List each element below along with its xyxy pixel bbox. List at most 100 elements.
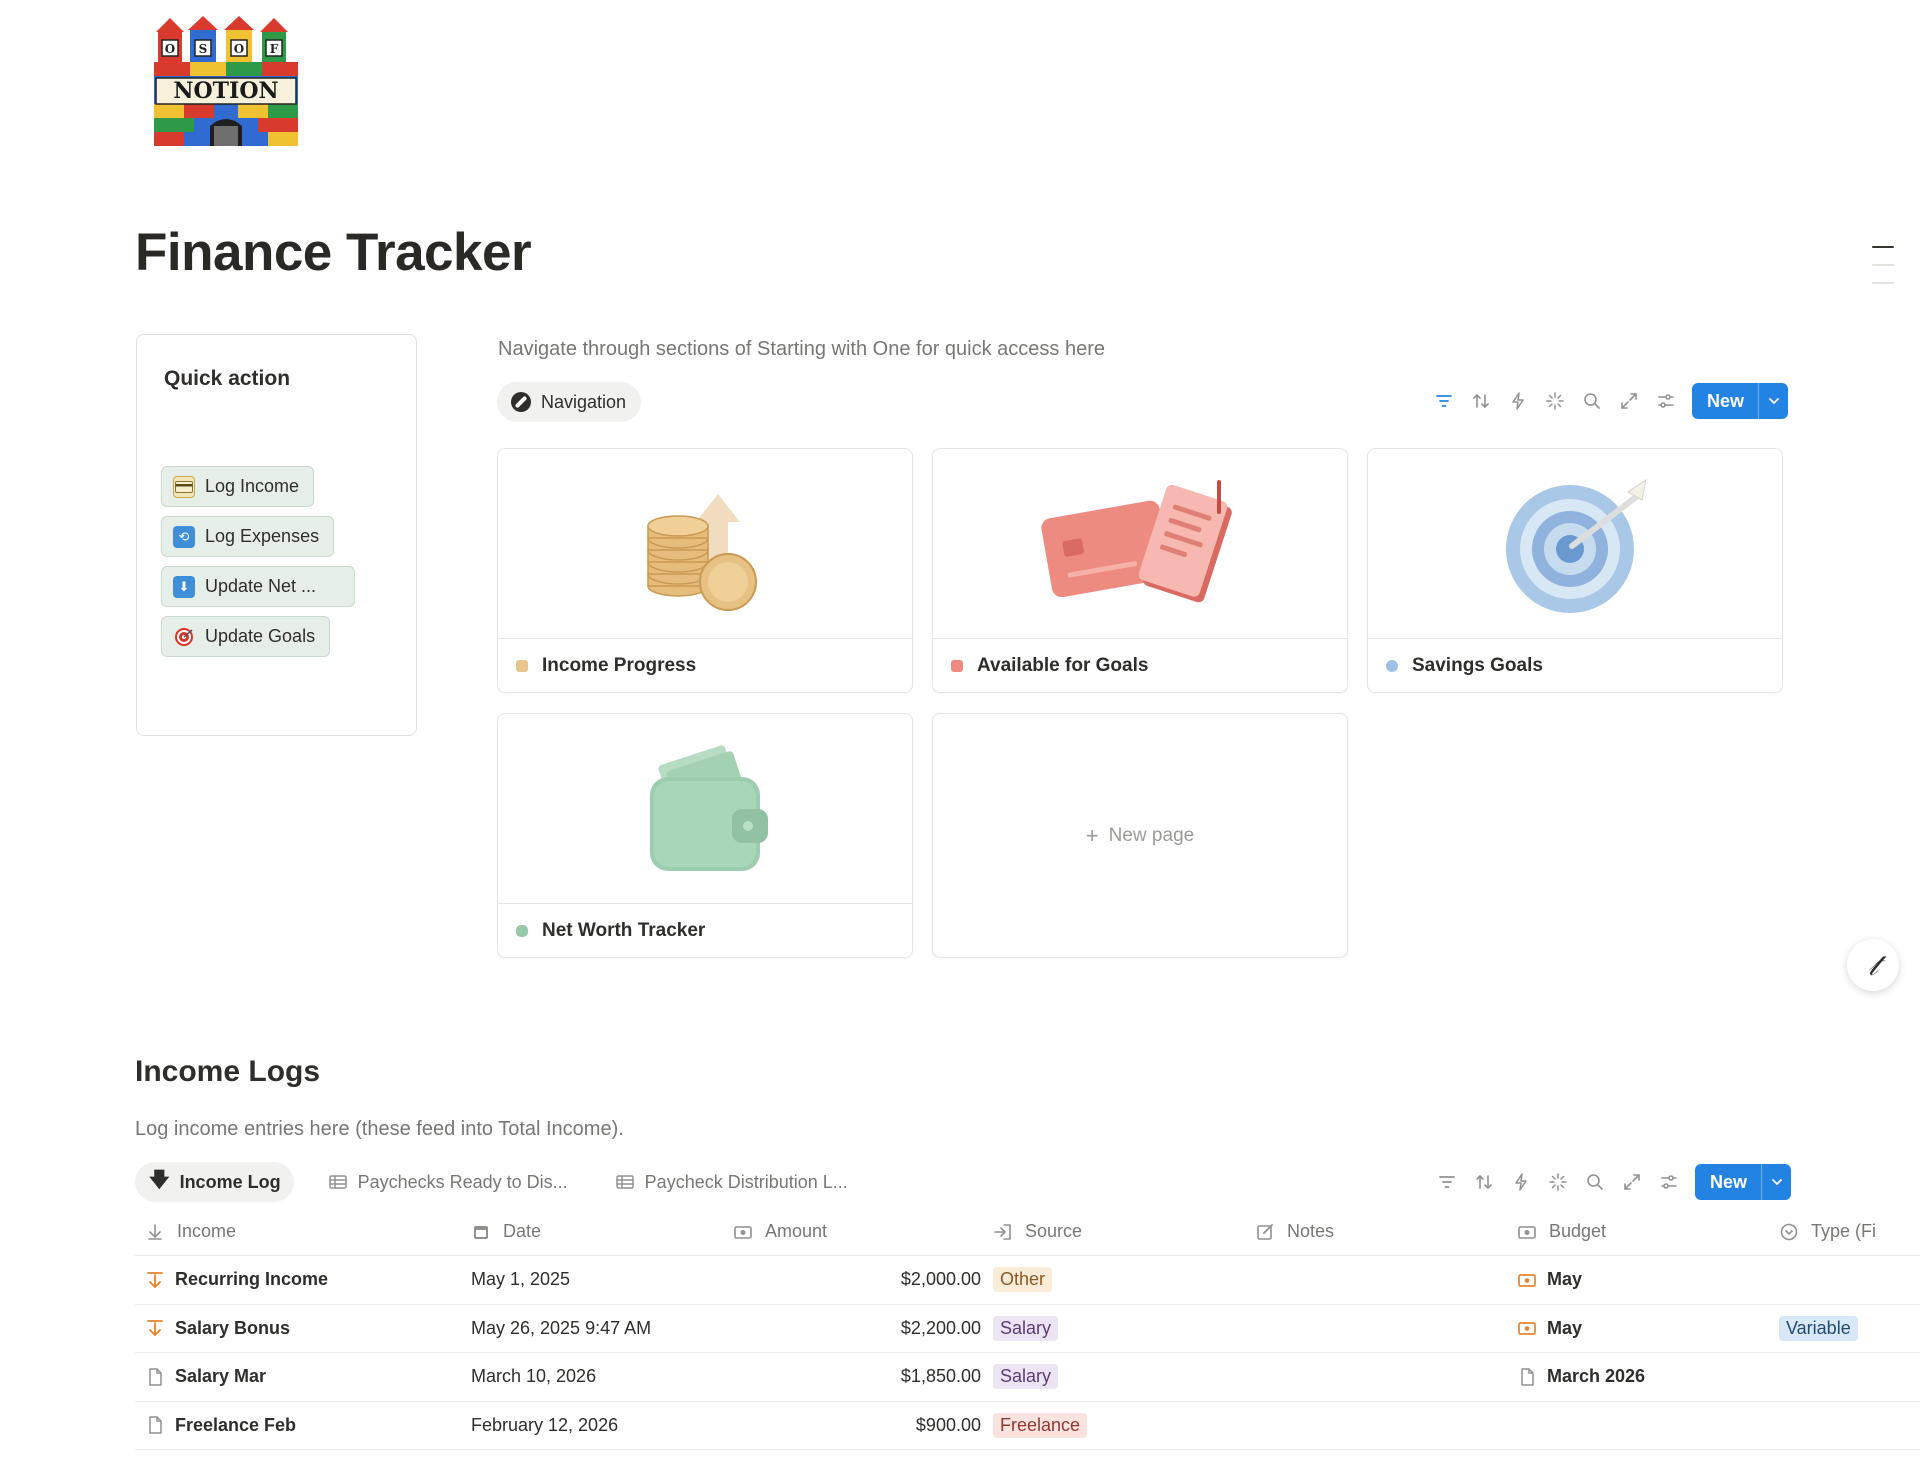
ai-sparkle-icon[interactable] (1547, 1171, 1569, 1193)
automation-icon[interactable] (1510, 1171, 1532, 1193)
column-date[interactable]: Date (471, 1221, 733, 1242)
column-source[interactable]: Source (993, 1221, 1255, 1242)
settings-sliders-icon[interactable] (1655, 390, 1677, 412)
income-amount[interactable]: $900.00 (733, 1415, 993, 1436)
chevron-down-icon[interactable] (1761, 1164, 1791, 1200)
source-tag[interactable]: Salary (993, 1315, 1059, 1341)
column-date-label: Date (503, 1221, 542, 1241)
card-savings-goals[interactable]: Savings Goals (1367, 448, 1783, 693)
new-page-label: New page (1108, 824, 1195, 846)
filter-icon[interactable] (1436, 1171, 1458, 1193)
compass-icon (511, 392, 531, 412)
tab-paycheck-distribution-label: Paycheck Distribution L... (644, 1171, 848, 1192)
arrow-down-icon (147, 1320, 163, 1337)
budget-link[interactable]: May (1547, 1269, 1582, 1290)
income-amount[interactable]: $2,000.00 (733, 1269, 993, 1290)
log-income-label: Log Income (205, 476, 300, 496)
down-arrow-icon: ⬇ (173, 575, 195, 598)
income-date[interactable]: May 26, 2025 9:47 AM (471, 1318, 733, 1339)
source-tag[interactable]: Salary (993, 1364, 1059, 1390)
income-table: Income Date Amount Source Notes Budget T… (135, 1208, 1920, 1450)
column-notes-label: Notes (1287, 1221, 1335, 1241)
table-row[interactable]: Salary Mar March 10, 2026 $1,850.00 Sala… (135, 1353, 1920, 1402)
table-header: Income Date Amount Source Notes Budget T… (135, 1208, 1920, 1256)
update-net-worth-button[interactable]: ⬇ Update Net ... (161, 566, 355, 607)
ai-sparkle-icon[interactable] (1544, 390, 1566, 412)
navigation-new-button[interactable]: New (1692, 383, 1789, 419)
income-name[interactable]: Recurring Income (175, 1269, 328, 1290)
target-icon (173, 626, 195, 648)
budget-link[interactable]: May (1547, 1318, 1582, 1339)
source-tag[interactable]: Other (993, 1267, 1053, 1293)
column-budget[interactable]: Budget (1517, 1221, 1779, 1242)
income-date[interactable]: March 10, 2026 (471, 1366, 733, 1387)
wallet-icon (516, 924, 528, 937)
chevron-down-icon[interactable] (1758, 383, 1788, 419)
table-of-contents[interactable] (1872, 246, 1894, 300)
card-available-for-goals-label: Available for Goals (977, 654, 1149, 676)
navigation-toolbar: New (1433, 383, 1789, 419)
arrow-down-icon: 🡇 (149, 1169, 170, 1191)
select-icon (1780, 1223, 1798, 1240)
search-icon[interactable] (1581, 390, 1603, 412)
expand-icon[interactable] (1621, 1171, 1643, 1193)
logo-letter-f: F (270, 42, 279, 56)
column-type[interactable]: Type (Fi (1779, 1221, 1919, 1242)
income-amount[interactable]: $1,850.00 (733, 1366, 993, 1387)
ai-assistant-button[interactable]: 𝓉 (1847, 939, 1899, 991)
sort-icon[interactable] (1473, 1171, 1495, 1193)
column-source-label: Source (1025, 1221, 1083, 1241)
toc-line[interactable] (1872, 264, 1894, 266)
table-icon (615, 1175, 634, 1189)
page-icon (149, 1416, 162, 1434)
expand-icon[interactable] (1618, 390, 1640, 412)
income-new-button[interactable]: New (1695, 1164, 1792, 1200)
income-amount[interactable]: $2,200.00 (733, 1318, 993, 1339)
search-icon[interactable] (1584, 1171, 1606, 1193)
table-row[interactable]: Recurring Income May 1, 2025 $2,000.00 O… (135, 1256, 1920, 1305)
log-expenses-button[interactable]: ⟲ Log Expenses (161, 516, 335, 557)
target-icon (1386, 659, 1398, 672)
income-date[interactable]: May 1, 2025 (471, 1269, 733, 1290)
log-income-button[interactable]: Log Income (161, 466, 315, 507)
settings-sliders-icon[interactable] (1658, 1171, 1680, 1193)
card-income-progress-label: Income Progress (542, 654, 697, 676)
card-icon (951, 659, 963, 672)
source-tag[interactable]: Freelance (993, 1412, 1088, 1438)
income-name[interactable]: Salary Mar (175, 1366, 266, 1387)
tab-income-log[interactable]: 🡇 Income Log (135, 1162, 294, 1202)
type-tag[interactable]: Variable (1779, 1315, 1858, 1341)
savings-goals-cover (1368, 449, 1782, 639)
edit-icon (1257, 1223, 1273, 1240)
income-name[interactable]: Salary Bonus (175, 1318, 290, 1339)
income-name[interactable]: Freelance Feb (175, 1415, 296, 1436)
card-net-worth-tracker[interactable]: Net Worth Tracker (497, 713, 913, 958)
table-row[interactable]: Freelance Feb February 12, 2026 $900.00 … (135, 1402, 1920, 1450)
new-page-card[interactable]: + New page (932, 713, 1348, 958)
filter-icon[interactable] (1433, 390, 1455, 412)
arrow-down-icon (147, 1271, 163, 1289)
sort-icon[interactable] (1470, 390, 1492, 412)
calendar-icon (474, 1225, 488, 1239)
page-icon (149, 1368, 162, 1386)
toc-line[interactable] (1872, 282, 1894, 284)
column-income[interactable]: Income (135, 1221, 471, 1242)
column-amount[interactable]: Amount (733, 1221, 993, 1242)
tab-paychecks-ready[interactable]: Paychecks Ready to Dis... (314, 1162, 581, 1202)
income-view-tabs: 🡇 Income Log Paychecks Ready to Dis... P… (135, 1162, 861, 1202)
quick-action-panel: Quick action Log Income ⟲ Log Expenses ⬇… (136, 334, 417, 736)
column-notes[interactable]: Notes (1255, 1221, 1517, 1242)
update-goals-button[interactable]: Update Goals (161, 616, 331, 657)
navigation-view-tab[interactable]: Navigation (497, 382, 642, 422)
income-logs-description: Log income entries here (these feed into… (135, 1118, 624, 1140)
toc-line[interactable] (1872, 246, 1894, 248)
table-row[interactable]: Salary Bonus May 26, 2025 9:47 AM $2,200… (135, 1305, 1920, 1353)
card-available-for-goals[interactable]: Available for Goals (932, 448, 1348, 693)
card-income-progress[interactable]: Income Progress (497, 448, 913, 693)
tab-paycheck-distribution[interactable]: Paycheck Distribution L... (601, 1162, 861, 1202)
arrow-down-icon (148, 1223, 162, 1240)
automation-icon[interactable] (1507, 390, 1529, 412)
budget-link[interactable]: March 2026 (1547, 1366, 1645, 1387)
navigation-view-label: Navigation (541, 391, 627, 412)
income-date[interactable]: February 12, 2026 (471, 1415, 733, 1436)
